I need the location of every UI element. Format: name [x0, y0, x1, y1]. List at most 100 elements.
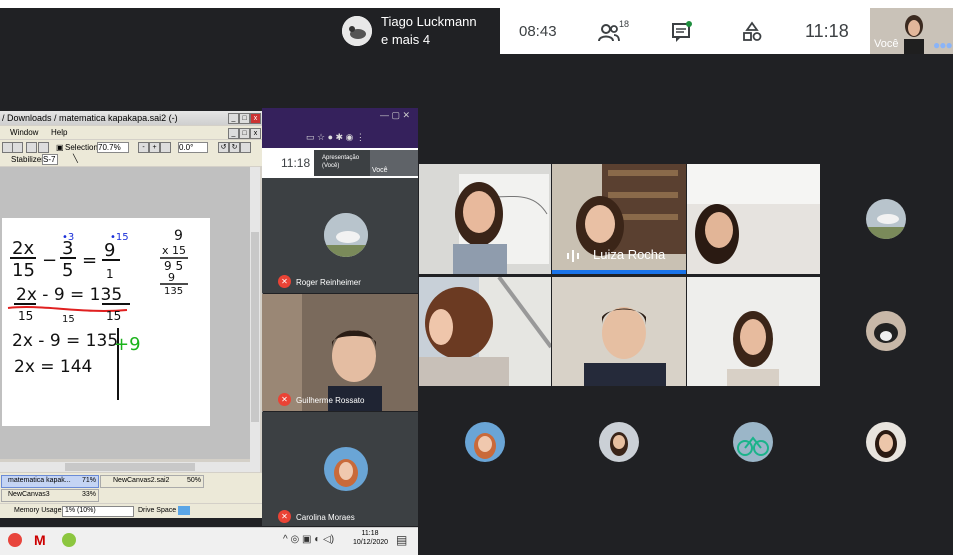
app-taskbar-icon[interactable]	[62, 533, 76, 547]
person-avatar-icon	[599, 422, 639, 462]
bird-avatar-icon	[866, 199, 906, 239]
handwritten-math: 2x 15 − •3 3 5 = •15 9 1 9 x 15 9 5 9 13…	[7, 228, 188, 400]
taskbar-date: 10/12/2020	[353, 539, 389, 546]
sai-title: / Downloads / matematica kapakapa.sai2 (…	[2, 113, 178, 123]
bicycle-avatar-icon	[733, 422, 773, 462]
tool-icon[interactable]	[26, 142, 37, 153]
svg-text:15: 15	[62, 314, 75, 325]
bird-avatar-icon	[324, 213, 368, 257]
side-calc: 135	[164, 286, 183, 297]
participants-count: 18	[619, 19, 630, 29]
mcafee-taskbar-icon[interactable]: M	[34, 532, 46, 548]
zoom-reset-button[interactable]	[160, 142, 171, 153]
math-fraction-num: 2x	[12, 238, 34, 259]
participant-avatar[interactable]	[866, 199, 906, 239]
svg-text:−: −	[42, 250, 57, 271]
side-calc: x 15	[162, 244, 186, 257]
chrome-taskbar-icon[interactable]	[8, 533, 22, 547]
presenter-name: Tiago Luckmann	[381, 14, 477, 29]
doc-minimize-button[interactable]: _	[228, 128, 239, 139]
notifications-icon[interactable]: ▤	[396, 533, 407, 547]
girl-avatar-icon	[324, 447, 368, 491]
active-speaker-name: Luiza Rocha	[593, 247, 666, 262]
participant-tile[interactable]	[419, 277, 551, 386]
rotate-left-button[interactable]: ↺	[218, 142, 229, 153]
taskbar-clock[interactable]: 11:18 10/12/2020	[353, 529, 389, 547]
minimize-button[interactable]: _	[228, 113, 239, 124]
participant-video	[419, 277, 551, 386]
cat-avatar-icon	[866, 311, 906, 351]
mic-off-icon: ✕	[278, 275, 291, 288]
participant-avatar	[324, 213, 368, 257]
zoom-field[interactable]: 70.7%	[97, 142, 129, 153]
doc-close-button[interactable]: x	[250, 128, 261, 139]
participant-video	[552, 277, 686, 386]
math-den: 15	[18, 309, 33, 323]
browser-title-bar: — ▢ ✕ ▭ ☆ ● ✱ ◉ ⋮	[262, 108, 418, 148]
participant-avatar[interactable]	[733, 422, 773, 462]
math-line: 2x - 9 = 135	[12, 331, 118, 351]
horizontal-scrollbar[interactable]	[0, 462, 250, 472]
tool-icon[interactable]	[38, 142, 49, 153]
chat-button[interactable]	[671, 21, 693, 43]
participants-button[interactable]: 18	[598, 19, 632, 44]
presenter-more: e mais 4	[381, 32, 431, 47]
system-tray-icons[interactable]: ^ ◎ ▣ ◐ ◁)	[283, 534, 334, 545]
math-fraction-den: 1	[106, 267, 114, 281]
stabilizer-select[interactable]: S-7	[42, 154, 58, 165]
browser-toolbar-icons[interactable]: ▭ ☆ ● ✱ ◉ ⋮	[306, 132, 365, 143]
participant-tile[interactable]	[687, 277, 820, 386]
canvas-tab[interactable]: NewCanvas3 33%	[1, 489, 99, 502]
tool-icon[interactable]	[12, 142, 23, 153]
math-fraction-den: 15	[12, 260, 35, 281]
flip-button[interactable]	[240, 142, 251, 153]
math-fraction-num: 9	[104, 240, 115, 261]
mic-off-icon: ✕	[278, 510, 291, 523]
math-add-mark: +9	[114, 334, 141, 355]
window-controls[interactable]: — ▢ ✕	[380, 110, 410, 121]
menu-window[interactable]: Window	[10, 128, 38, 137]
canvas-tab-active[interactable]: matematica kapak... 71%	[1, 475, 99, 488]
math-line: 2x - 9 = 135	[16, 285, 122, 305]
girl-avatar-icon	[465, 422, 505, 462]
zoom-out-button[interactable]: -	[138, 142, 149, 153]
clock: 11:18	[805, 21, 849, 41]
participant-avatar[interactable]	[465, 422, 505, 462]
rotate-right-button[interactable]: ↻	[229, 142, 240, 153]
drive-label: Drive Space	[138, 507, 177, 514]
mini-clock: 11:18	[281, 156, 311, 170]
math-fraction-den: 5	[62, 260, 73, 281]
participant-tile[interactable]	[552, 277, 686, 386]
mini-present-label: Apresentação (Você)	[322, 155, 360, 169]
activities-button[interactable]	[741, 21, 763, 43]
selection-checkbox[interactable]: ▣	[56, 143, 64, 152]
girl-avatar-icon	[866, 422, 906, 462]
drive-meter	[178, 506, 190, 515]
vertical-scrollbar[interactable]	[250, 167, 260, 472]
doc-restore-button[interactable]: □	[239, 128, 250, 139]
more-options-icon[interactable]: ●●●	[933, 38, 953, 52]
side-calc: 9	[168, 271, 175, 284]
line-tool-icon[interactable]: ╲	[73, 154, 78, 163]
canvas-paper[interactable]: 2x 15 − •3 3 5 = •15 9 1 9 x 15 9 5 9 13…	[2, 218, 210, 426]
top-strip	[0, 0, 953, 8]
svg-text:=: =	[82, 250, 97, 271]
participant-avatar[interactable]	[599, 422, 639, 462]
chat-icon	[672, 21, 692, 42]
sai-toolbar: ▣ Selection 70.7% - + 0.0° ↺ ↻	[0, 140, 262, 154]
menu-help[interactable]: Help	[51, 128, 67, 137]
participant-avatar[interactable]	[866, 422, 906, 462]
participant-tile[interactable]	[419, 164, 551, 274]
zoom-in-button[interactable]: +	[149, 142, 160, 153]
participant-avatar[interactable]	[866, 311, 906, 351]
close-button[interactable]: x	[250, 113, 261, 124]
canvas-tab[interactable]: NewCanvas2.sai2 50%	[100, 475, 204, 488]
angle-field[interactable]: 0.0°	[178, 142, 208, 153]
stabilizer-bar: Stabilizer S-7 ╲	[0, 154, 262, 166]
side-calc: 9	[174, 228, 183, 244]
memory-label: Memory Usage	[14, 507, 62, 514]
people-icon	[598, 24, 620, 42]
maximize-button[interactable]: □	[239, 113, 250, 124]
canvas-tabs: matematica kapak... 71% NewCanvas2.sai2 …	[0, 473, 262, 503]
participant-tile[interactable]	[687, 164, 820, 274]
